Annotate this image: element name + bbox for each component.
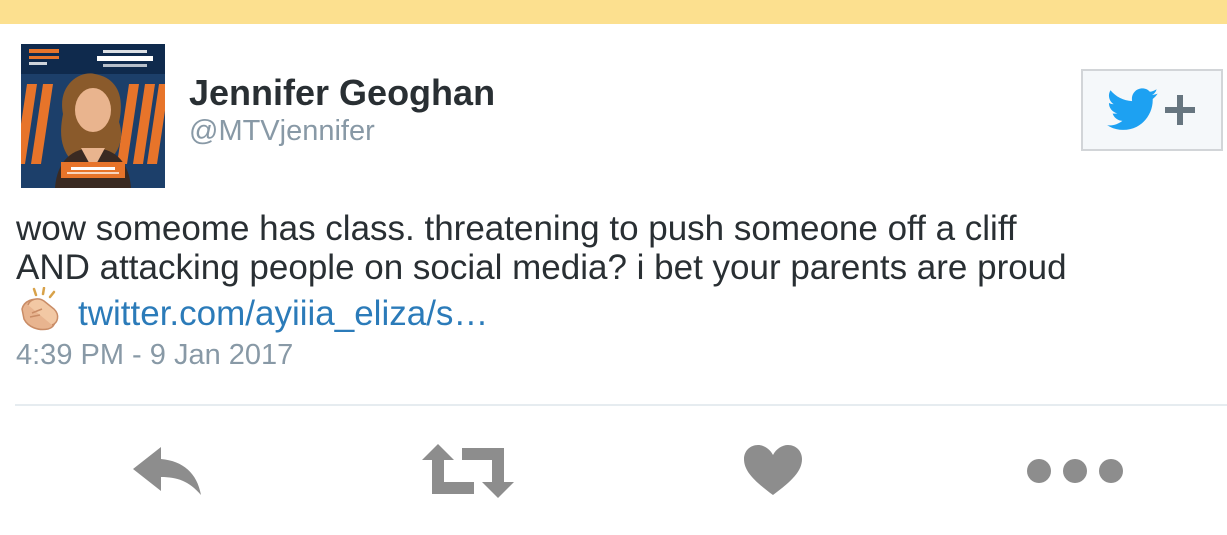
heart-icon xyxy=(744,445,802,495)
like-button[interactable] xyxy=(740,436,806,506)
avatar-photo xyxy=(21,44,165,188)
divider xyxy=(15,404,1227,406)
plus-icon xyxy=(1165,95,1195,125)
author-handle[interactable]: @MTVjennifer xyxy=(189,115,375,148)
retweet-button[interactable] xyxy=(420,436,516,506)
retweet-icon xyxy=(422,444,514,498)
tweet-text-line: wow someome has class. threatening to pu… xyxy=(16,209,1017,248)
clapping-hands-icon xyxy=(16,286,64,339)
more-button[interactable] xyxy=(1024,436,1126,506)
tweet-link-line: twitter.com/ayiiia_eliza/s… xyxy=(16,286,1221,339)
author-name[interactable]: Jennifer Geoghan xyxy=(189,72,495,114)
avatar[interactable] xyxy=(21,44,165,188)
twitter-bird-icon xyxy=(1107,88,1159,130)
tweet-link[interactable]: twitter.com/ayiiia_eliza/s… xyxy=(78,294,488,333)
reply-icon xyxy=(133,447,201,495)
tweet-text-line: AND attacking people on social media? i … xyxy=(16,248,1067,287)
tweet-timestamp[interactable]: 4:39 PM - 9 Jan 2017 xyxy=(16,339,293,372)
top-accent-bar xyxy=(0,0,1227,24)
reply-button[interactable] xyxy=(125,436,209,506)
follow-button[interactable] xyxy=(1081,69,1223,151)
tweet-text: wow someome has class. threatening to pu… xyxy=(16,209,1221,339)
more-dots-icon xyxy=(1027,459,1123,483)
